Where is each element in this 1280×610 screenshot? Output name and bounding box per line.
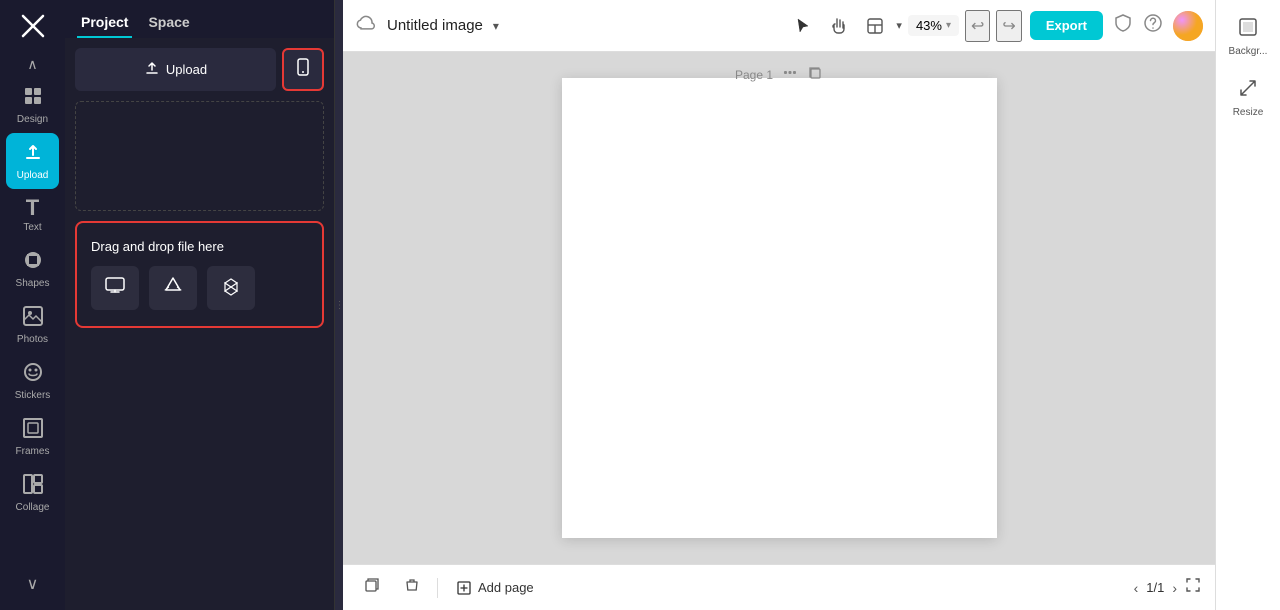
next-page-button[interactable]: › xyxy=(1172,580,1177,596)
fit-page-button[interactable] xyxy=(1185,577,1201,598)
panel-tabs: Project Space xyxy=(65,0,334,38)
resize-label: Resize xyxy=(1233,107,1264,118)
cloud-save-icon xyxy=(355,12,377,39)
sidebar-expand-down[interactable]: ∨ xyxy=(19,566,47,602)
page-count: 1/1 xyxy=(1146,580,1164,595)
page-options-icon[interactable] xyxy=(781,64,799,85)
sidebar-collapse-up[interactable]: ∧ xyxy=(0,52,65,77)
frames-icon xyxy=(22,417,44,443)
left-panel: Project Space Upload xyxy=(65,0,335,610)
upload-bar: Upload xyxy=(75,48,324,91)
chevron-up-icon: ∧ xyxy=(27,56,37,73)
page-label-text: Page 1 xyxy=(735,68,773,82)
toolbar: Untitled image ▾ xyxy=(343,0,1215,52)
upload-button-label: Upload xyxy=(166,62,207,77)
icon-sidebar: ∧ Design Upload T Text xyxy=(0,0,65,610)
undo-button[interactable]: ↩ xyxy=(965,10,990,42)
shield-icon[interactable] xyxy=(1113,13,1133,38)
sidebar-item-label-photos: Photos xyxy=(17,334,48,345)
layout-tool-button[interactable] xyxy=(860,13,890,39)
sidebar-item-label-frames: Frames xyxy=(16,446,50,457)
resize-icon xyxy=(1237,77,1259,104)
tab-space[interactable]: Space xyxy=(144,8,193,38)
mobile-icon xyxy=(294,58,312,81)
sidebar-item-photos[interactable]: Photos xyxy=(0,297,65,353)
google-drive-upload-button[interactable] xyxy=(149,266,197,310)
redo-button[interactable]: ↪ xyxy=(996,10,1021,42)
photos-icon xyxy=(22,305,44,331)
drag-drop-source-icons xyxy=(91,266,308,310)
text-icon: T xyxy=(26,197,39,219)
dropbox-upload-button[interactable] xyxy=(207,266,255,310)
sidebar-item-label-upload: Upload xyxy=(17,170,49,181)
sidebar-item-stickers[interactable]: Stickers xyxy=(0,353,65,409)
upload-button[interactable]: Upload xyxy=(75,48,276,91)
sidebar-item-frames[interactable]: Frames xyxy=(0,409,65,465)
sidebar-item-label-design: Design xyxy=(17,114,48,125)
shapes-icon xyxy=(22,249,44,275)
main-area: Untitled image ▾ xyxy=(343,0,1215,610)
dropbox-icon xyxy=(220,274,242,302)
drive-icon xyxy=(162,274,184,302)
title-dropdown-icon[interactable]: ▾ xyxy=(493,19,499,33)
toolbar-center: ▾ 43% ▾ ↩ ↪ xyxy=(788,10,1021,42)
canvas-page[interactable] xyxy=(562,78,997,538)
toolbar-left: Untitled image ▾ xyxy=(355,12,780,39)
duplicate-page-button[interactable] xyxy=(357,572,387,603)
bottom-divider xyxy=(437,578,438,598)
pointer-tool-button[interactable] xyxy=(788,13,818,39)
chevron-down-icon: ∨ xyxy=(27,576,39,593)
design-icon xyxy=(22,85,44,111)
upload-icon xyxy=(22,141,44,167)
stickers-icon xyxy=(22,361,44,387)
zoom-control[interactable]: 43% ▾ xyxy=(908,15,959,36)
sidebar-item-upload[interactable]: Upload xyxy=(6,133,59,189)
bottom-bar: Add page ‹ 1/1 › xyxy=(343,564,1215,610)
drag-drop-area[interactable]: Drag and drop file here xyxy=(75,221,324,328)
zoom-value: 43% xyxy=(916,18,942,33)
resize-tool[interactable]: Resize xyxy=(1220,69,1276,126)
prev-page-button[interactable]: ‹ xyxy=(1134,580,1139,596)
zoom-chevron-icon: ▾ xyxy=(946,20,951,31)
mobile-upload-button[interactable] xyxy=(282,48,324,91)
page-copy-icon[interactable] xyxy=(807,65,823,84)
sidebar-item-text[interactable]: T Text xyxy=(0,189,65,241)
tab-project[interactable]: Project xyxy=(77,8,132,38)
add-page-label: Add page xyxy=(478,580,534,595)
sidebar-item-collage[interactable]: Collage xyxy=(0,465,65,521)
background-icon xyxy=(1237,16,1259,43)
collage-icon xyxy=(22,473,44,499)
background-tool[interactable]: Backgr... xyxy=(1220,8,1276,65)
sidebar-item-shapes[interactable]: Shapes xyxy=(0,241,65,297)
help-icon[interactable] xyxy=(1143,13,1163,38)
device-upload-button[interactable] xyxy=(91,266,139,310)
panel-content: Upload Drag and drop file here xyxy=(65,38,334,610)
document-title: Untitled image xyxy=(387,17,483,34)
sidebar-item-label-stickers: Stickers xyxy=(15,390,51,401)
sidebar-item-design[interactable]: Design xyxy=(0,77,65,133)
page-label: Page 1 xyxy=(735,64,823,85)
add-page-button[interactable]: Add page xyxy=(448,576,542,600)
sidebar-item-label-collage: Collage xyxy=(16,502,50,513)
canvas-area[interactable]: Page 1 xyxy=(343,52,1215,564)
right-panel: Backgr... Resize xyxy=(1215,0,1280,610)
drag-drop-title: Drag and drop file here xyxy=(91,239,308,254)
layout-chevron-icon[interactable]: ▾ xyxy=(896,19,902,32)
sidebar-item-label-text: Text xyxy=(23,222,41,233)
delete-page-button[interactable] xyxy=(397,572,427,603)
sidebar-item-label-shapes: Shapes xyxy=(16,278,50,289)
uploaded-files-area xyxy=(75,101,324,211)
export-button[interactable]: Export xyxy=(1030,11,1103,40)
upload-btn-icon xyxy=(144,60,160,79)
app-logo[interactable] xyxy=(15,8,51,44)
user-avatar[interactable] xyxy=(1173,11,1203,41)
panel-drag-handle[interactable]: ⋮ xyxy=(335,0,343,610)
hand-tool-button[interactable] xyxy=(824,13,854,39)
background-label: Backgr... xyxy=(1229,46,1268,57)
device-icon xyxy=(104,274,126,302)
toolbar-right: Export xyxy=(1030,11,1203,41)
page-navigation: ‹ 1/1 › xyxy=(1134,577,1201,598)
